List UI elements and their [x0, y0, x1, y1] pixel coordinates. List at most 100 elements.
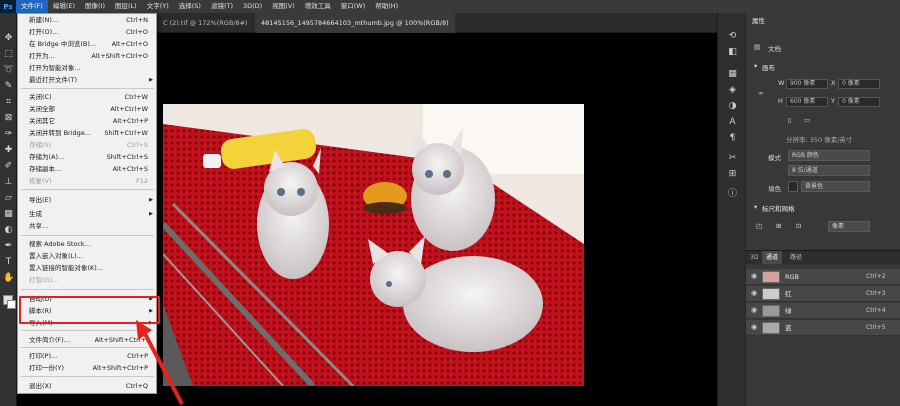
dodge-tool-icon[interactable]: ◐: [3, 225, 14, 236]
channel-row-rgb[interactable]: ◉ RGB Ctrl+2: [746, 269, 900, 285]
move-tool-icon[interactable]: ✥: [3, 33, 14, 44]
menu-item-place-embedded[interactable]: 置入嵌入对象(L)...: [18, 250, 157, 262]
tab-label: 48145156_1495784664103_mthumb.jpg @ 100%…: [261, 19, 449, 27]
y-field[interactable]: 0 像素: [838, 97, 880, 107]
swatches-icon[interactable]: ▦: [727, 69, 738, 80]
annotation-arrow-icon: [136, 320, 184, 405]
color-icon[interactable]: ◧: [727, 47, 738, 58]
menu-filter[interactable]: 滤镜(T): [206, 0, 238, 13]
quick-select-tool-icon[interactable]: ✎: [3, 81, 14, 92]
tab-document-2[interactable]: 48145156_1495784664103_mthumb.jpg @ 100%…: [255, 13, 455, 33]
adjustments-icon[interactable]: ◑: [727, 101, 738, 112]
menu-item-new[interactable]: 新建(N)... Ctrl+N: [18, 14, 157, 26]
frame-tool-icon[interactable]: ⊠: [3, 113, 14, 124]
channel-name: 红: [785, 290, 792, 298]
menu-item-browse-bridge[interactable]: 在 Bridge 中浏览(B)... Alt+Ctrl+O: [18, 38, 157, 50]
channel-row-green[interactable]: ◉ 绿 Ctrl+4: [746, 303, 900, 319]
menu-item-label: 在 Bridge 中浏览(B)...: [29, 40, 97, 48]
units-select[interactable]: 像素: [828, 221, 870, 232]
menu-item-open[interactable]: 打开(O)... Ctrl+O: [18, 26, 157, 38]
link-icon[interactable]: ∞: [758, 89, 763, 97]
menu-type[interactable]: 文字(Y): [142, 0, 174, 13]
character-icon[interactable]: A: [727, 117, 738, 128]
guides-icon[interactable]: ⊡: [796, 222, 801, 230]
menu-item-open-as[interactable]: 打开为... Alt+Shift+Ctrl+O: [18, 50, 157, 62]
tab-channels[interactable]: 通道: [762, 251, 783, 264]
collapse-icon[interactable]: ▾: [754, 62, 757, 70]
collapse-icon[interactable]: ▾: [754, 203, 757, 211]
fill-swatch[interactable]: [788, 181, 798, 192]
brush-tool-icon[interactable]: ✐: [3, 161, 14, 172]
clone-stamp-tool-icon[interactable]: ⊥: [3, 177, 14, 188]
properties-icon[interactable]: ⊞: [727, 169, 738, 180]
menu-item-save-copy[interactable]: 存储副本... Alt+Ctrl+S: [18, 163, 157, 175]
tools-icon[interactable]: ✂: [727, 153, 738, 164]
mode-select[interactable]: RGB 颜色: [788, 150, 870, 161]
eye-icon[interactable]: ◉: [751, 323, 757, 331]
lasso-tool-icon[interactable]: ➰: [3, 65, 14, 76]
menu-item-close-go-bridge[interactable]: 关闭并转到 Bridge... Shift+Ctrl+W: [18, 127, 157, 139]
history-icon[interactable]: ⟲: [727, 31, 738, 42]
background-color-swatch[interactable]: [7, 300, 16, 309]
type-tool-icon[interactable]: T: [3, 257, 14, 268]
healing-brush-tool-icon[interactable]: ✚: [3, 145, 14, 156]
menu-edit[interactable]: 编辑(E): [48, 0, 80, 13]
portrait-orientation-icon[interactable]: ▯: [788, 116, 792, 124]
menu-item-place-linked[interactable]: 置入链接的智能对象(K)...: [18, 262, 157, 274]
gradient-tool-icon[interactable]: ▦: [3, 209, 14, 220]
menu-item-close-others[interactable]: 关闭其它 Alt+Ctrl+P: [18, 115, 157, 127]
menu-layer[interactable]: 图层(L): [110, 0, 142, 13]
menu-3d[interactable]: 3D(D): [238, 0, 267, 13]
pen-tool-icon[interactable]: ✒: [3, 241, 14, 252]
menu-item-generate[interactable]: 生成 ▶: [18, 208, 157, 220]
menu-file[interactable]: 文件(F): [16, 0, 48, 13]
tab-3d[interactable]: 3D: [746, 251, 762, 264]
width-field[interactable]: 900 像素: [786, 79, 828, 89]
menu-item-label: 打开(O)...: [29, 28, 59, 36]
menu-item-shortcut: Shift+Ctrl+W: [104, 129, 148, 137]
channel-row-blue[interactable]: ◉ 蓝 Ctrl+5: [746, 320, 900, 336]
menu-separator: [21, 235, 154, 236]
marquee-tool-icon[interactable]: ⬚: [3, 49, 14, 60]
channels-panel: 3D 通道 路径 ◉ RGB Ctrl+2 ◉ 红 Ctrl+3 ◉ 绿 Ctr…: [746, 250, 900, 406]
eyedropper-tool-icon[interactable]: ✑: [3, 129, 14, 140]
menu-item-open-smart-object[interactable]: 打开为智能对象...: [18, 62, 157, 74]
eye-icon[interactable]: ◉: [751, 272, 757, 280]
menu-item-shortcut: Alt+Ctrl+W: [110, 105, 148, 113]
menu-item-label: 新建(N)...: [29, 16, 59, 24]
menu-item-export[interactable]: 导出(E) ▶: [18, 194, 157, 206]
grid-icon[interactable]: ⊞: [776, 222, 781, 230]
eye-icon[interactable]: ◉: [751, 289, 757, 297]
ruler-icon[interactable]: ◰: [756, 222, 762, 230]
tab-paths[interactable]: 路径: [786, 251, 806, 264]
menu-window[interactable]: 窗口(W): [336, 0, 371, 13]
info-icon[interactable]: ⓘ: [727, 189, 738, 200]
menu-select[interactable]: 选择(S): [174, 0, 206, 13]
hand-tool-icon[interactable]: ✋: [3, 273, 14, 284]
paragraph-icon[interactable]: ¶: [727, 133, 738, 144]
menu-item-save-as[interactable]: 存储为(A)... Shift+Ctrl+S: [18, 151, 157, 163]
menu-item-share[interactable]: 共享...: [18, 220, 157, 232]
photoshop-logo-icon: Ps: [0, 0, 16, 13]
fill-select[interactable]: 背景色: [801, 181, 870, 192]
eye-icon[interactable]: ◉: [751, 306, 757, 314]
landscape-orientation-icon[interactable]: ▭: [804, 116, 810, 124]
menu-item-label: 导出(E): [29, 196, 52, 204]
menu-image[interactable]: 图像(I): [80, 0, 110, 13]
menu-item-search-adobe-stock[interactable]: 搜索 Adobe Stock...: [18, 238, 157, 250]
height-field[interactable]: 600 像素: [786, 97, 828, 107]
layers-icon[interactable]: ◈: [727, 85, 738, 96]
bit-depth-select[interactable]: 8 位/通道: [788, 165, 870, 176]
tab-document-1[interactable]: C (2).tif @ 172%(RGB/8#)×: [157, 13, 253, 33]
menu-item-close[interactable]: 关闭(C) Ctrl+W: [18, 91, 157, 103]
menu-item-shortcut: Alt+Ctrl+S: [112, 165, 148, 173]
crop-tool-icon[interactable]: ⌗: [3, 97, 14, 108]
channel-row-red[interactable]: ◉ 红 Ctrl+3: [746, 286, 900, 302]
menu-item-close-all[interactable]: 关闭全部 Alt+Ctrl+W: [18, 103, 157, 115]
x-field[interactable]: 0 像素: [838, 79, 880, 89]
menu-item-recent-files[interactable]: 最近打开文件(T) ▶: [18, 74, 157, 86]
menu-plugins[interactable]: 增效工具: [300, 0, 336, 13]
menu-view[interactable]: 视图(V): [267, 0, 300, 13]
menu-help[interactable]: 帮助(H): [370, 0, 403, 13]
eraser-tool-icon[interactable]: ▱: [3, 193, 14, 204]
